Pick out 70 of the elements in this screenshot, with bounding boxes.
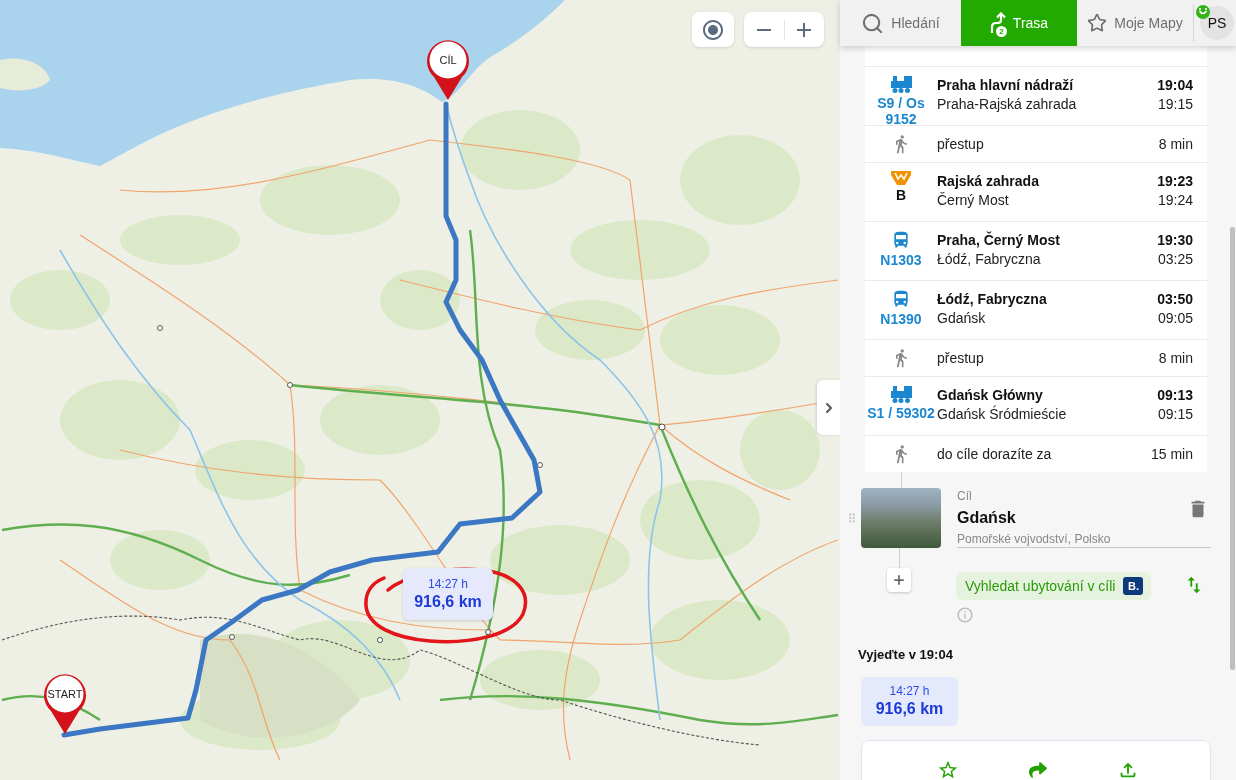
line-number[interactable]: S1 / 59302 (867, 405, 935, 421)
line-number[interactable]: B (895, 187, 907, 203)
scrollbar-thumb[interactable] (1229, 227, 1235, 670)
train-icon (890, 75, 912, 93)
departure-stop: Rajská zahrada (937, 172, 1040, 191)
departure-time: 19:23 (1157, 172, 1193, 191)
destination-pin[interactable]: CÍL (425, 37, 471, 101)
departure-time: 19:30 (1157, 231, 1193, 250)
smile-badge-icon (1196, 5, 1210, 19)
line-number[interactable]: N1390 (880, 311, 922, 327)
arrival-stop: Černý Most (937, 191, 1010, 210)
metro-icon (891, 171, 911, 185)
option-distance: 916,6 km (875, 699, 944, 719)
share-button[interactable] (1026, 759, 1050, 780)
plus-icon (892, 573, 906, 587)
arrival-time: 03:25 (1157, 250, 1193, 269)
departure-stop: Gdańsk Główny (937, 386, 1044, 405)
arrival-stop: Gdańsk (937, 309, 987, 328)
destination-region: Pomořské vojvodství, Polsko (957, 531, 1111, 547)
line-number[interactable]: N1303 (880, 252, 922, 268)
transfer-text: přestup (937, 134, 985, 154)
arrival-stop: Gdańsk Śródmieście (937, 405, 1068, 424)
route-option[interactable]: 14:27 h 916,6 km (861, 677, 958, 726)
departure-time: 09:13 (1157, 386, 1193, 405)
line-number[interactable]: S9 / Os 9152 (865, 95, 937, 127)
route-summary-bubble[interactable]: 14:27 h 916,6 km (403, 568, 493, 620)
route-icon (989, 12, 1006, 34)
arrival-stop: Łódź, Fabryczna (937, 250, 1042, 269)
plus-icon (797, 22, 812, 37)
duration-text: 8 min (1158, 348, 1193, 368)
star-icon (1087, 13, 1108, 33)
arrival-time: 19:24 (1157, 191, 1193, 210)
search-tab[interactable]: Hledání (840, 0, 961, 46)
departure-stop: Łódź, Fabryczna (937, 290, 1048, 309)
arrival-time: 09:15 (1157, 405, 1193, 424)
departure-time: 19:04 (1157, 76, 1193, 95)
search-icon (861, 11, 885, 35)
my-maps-tab[interactable]: Moje Mapy (1077, 0, 1193, 46)
arrival-stop: Praha-Rajská zahrada (937, 95, 1078, 114)
transfer-text: do cíle dorazíte za (937, 444, 1053, 464)
curved-arrow-icon (1029, 761, 1047, 779)
logo-badge: B. (1123, 577, 1144, 595)
start-pin[interactable]: START (42, 671, 88, 735)
duration-text: 15 min (1150, 444, 1193, 464)
star-icon (937, 759, 959, 780)
destination-label: Cíl (957, 489, 973, 504)
locate-button[interactable] (692, 12, 734, 47)
locate-icon (701, 17, 725, 42)
route-count-badge: 2 (996, 26, 1007, 37)
accommodation-button[interactable]: Vyhledat ubytování v cíli B. (956, 572, 1152, 600)
bus-icon (891, 289, 911, 309)
panel-toggle-button[interactable] (817, 380, 840, 435)
departure-heading: Vyjeďte v 19:04 (858, 647, 953, 663)
transfer-text: přestup (937, 348, 985, 368)
minus-icon (756, 28, 771, 31)
route-distance: 916,6 km (414, 591, 482, 612)
departure-time: 03:50 (1157, 290, 1193, 309)
departure-stop: Praha, Černý Most (937, 231, 1061, 250)
route-duration: 14:27 h (427, 576, 468, 592)
arrival-time: 19:15 (1157, 95, 1193, 114)
save-button[interactable] (936, 759, 960, 780)
duration-text: 8 min (1158, 134, 1193, 154)
bus-icon (891, 230, 911, 250)
arrival-time: 09:05 (1157, 309, 1193, 328)
train-icon (890, 385, 912, 403)
add-stop-button[interactable] (887, 568, 911, 592)
destination-name: Gdańsk (957, 508, 1017, 528)
departure-stop: Praha hlavní nádraží (937, 76, 1075, 95)
info-icon[interactable] (956, 606, 974, 624)
option-duration: 14:27 h (889, 684, 930, 699)
